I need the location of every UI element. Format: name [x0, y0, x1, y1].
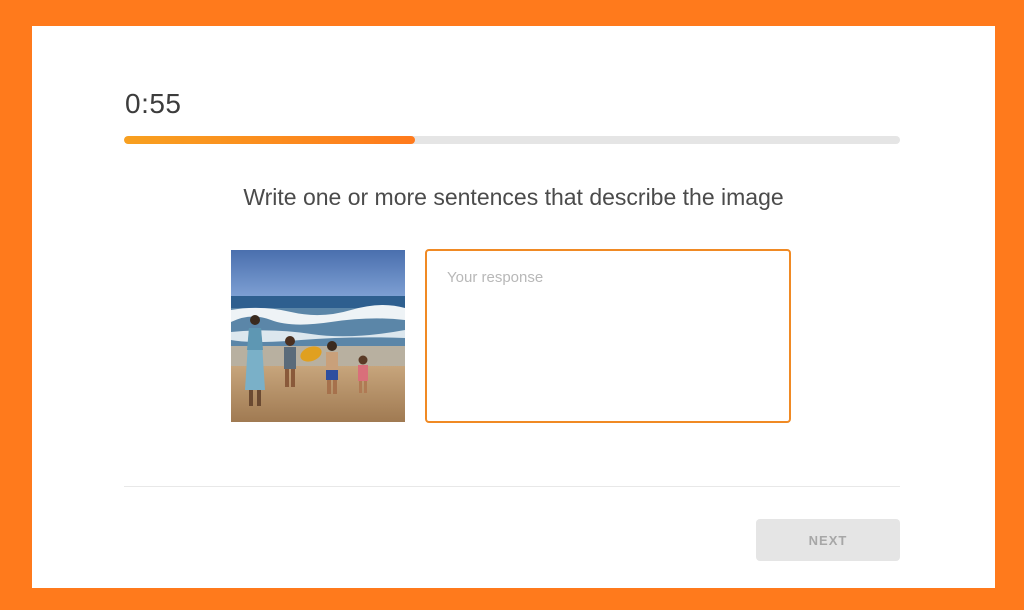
progress-bar [124, 136, 900, 144]
question-card: 0:55 Write one or more sentences that de… [32, 26, 995, 588]
next-button[interactable]: NEXT [756, 519, 900, 561]
countdown-timer: 0:55 [125, 88, 182, 119]
beach-photo [231, 250, 405, 422]
footer-divider [124, 486, 900, 487]
prompt-text: Write one or more sentences that describ… [243, 184, 784, 210]
response-textarea[interactable] [425, 249, 791, 423]
progress-bar-fill [124, 136, 415, 144]
